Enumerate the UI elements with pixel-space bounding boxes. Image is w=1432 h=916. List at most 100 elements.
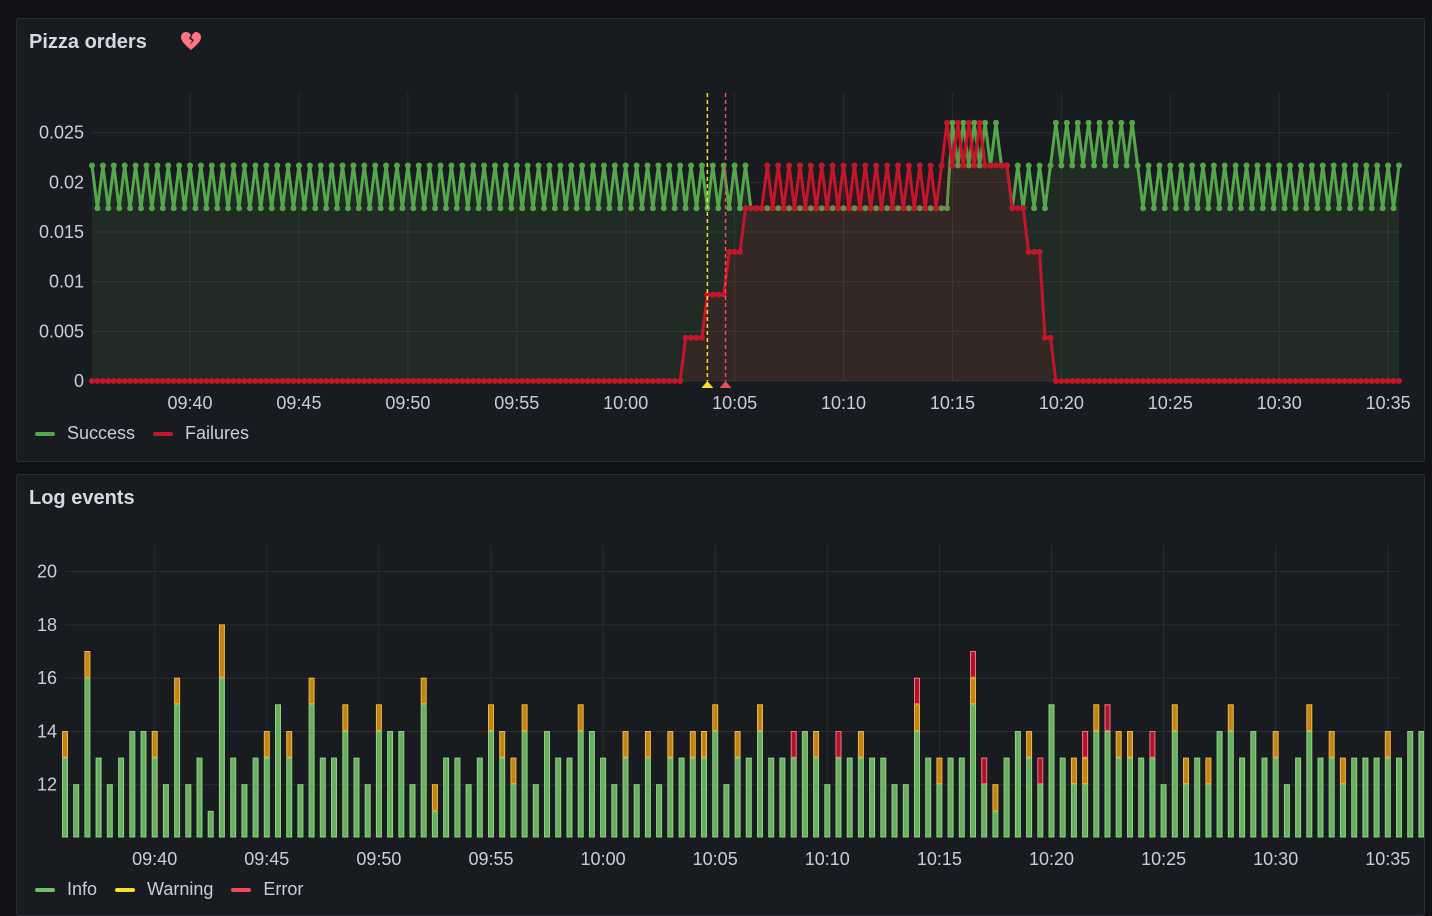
data-point — [535, 378, 542, 384]
data-point — [399, 205, 406, 212]
bar-info — [443, 757, 450, 838]
x-tick-label: 10:35 — [1365, 849, 1410, 869]
data-point — [1308, 378, 1315, 384]
data-point — [1374, 378, 1381, 384]
data-point — [1243, 378, 1250, 384]
data-point — [241, 378, 248, 384]
data-point — [105, 205, 112, 212]
bar-info — [207, 810, 214, 838]
data-point — [323, 205, 330, 212]
pizza-orders-chart[interactable]: 0 0.005 0.01 0.015 0.02 0.025 09:40 09:45 09:50 0… — [17, 19, 1425, 462]
x-tick-label: 10:10 — [805, 849, 850, 869]
legend-swatch — [35, 431, 55, 436]
data-point — [1096, 378, 1103, 384]
data-point — [1303, 205, 1310, 212]
data-point — [1031, 248, 1038, 255]
data-point — [1259, 205, 1266, 212]
bar-info — [319, 757, 326, 838]
data-point — [121, 378, 128, 384]
data-point — [132, 378, 139, 384]
bar-warning — [914, 704, 920, 731]
bar-info — [1272, 757, 1279, 838]
data-point — [415, 378, 422, 384]
data-point — [197, 162, 204, 169]
log-events-chart[interactable]: 12 14 16 18 20 09:40 09:45 09:50 09:55 10:00 10:05… — [17, 475, 1425, 916]
annotation-marker — [701, 381, 714, 388]
data-point — [535, 162, 542, 169]
data-point — [268, 205, 275, 212]
bar-info — [1149, 757, 1156, 838]
legend-item-warning[interactable]: Warning — [115, 879, 213, 900]
bar-info — [588, 731, 595, 838]
data-point — [475, 205, 482, 212]
data-point — [192, 205, 199, 212]
legend-item-success[interactable]: Success — [35, 423, 135, 444]
data-point — [900, 205, 907, 212]
bar-info — [532, 784, 539, 838]
legend-item-error[interactable]: Error — [231, 879, 303, 900]
data-point — [584, 378, 591, 384]
data-point — [1303, 378, 1310, 384]
y-tick-label: 18 — [37, 615, 57, 635]
data-point — [1036, 248, 1043, 255]
data-point — [671, 205, 678, 212]
data-point — [1091, 162, 1098, 169]
data-point — [982, 162, 989, 169]
legend-item-failures[interactable]: Failures — [153, 423, 249, 444]
bar-info — [880, 757, 887, 838]
data-point — [410, 378, 417, 384]
data-point — [862, 162, 869, 169]
data-point — [1352, 162, 1359, 169]
legend-item-info[interactable]: Info — [35, 879, 97, 900]
data-point — [208, 162, 215, 169]
data-point — [927, 162, 934, 169]
bar-warning — [813, 731, 820, 758]
data-point — [236, 205, 243, 212]
bar-warning — [263, 731, 270, 758]
bar-info — [1362, 757, 1369, 838]
data-point — [1357, 378, 1364, 384]
data-point — [541, 205, 548, 212]
data-point — [1216, 378, 1223, 384]
data-point — [726, 248, 733, 255]
data-point — [633, 162, 640, 169]
data-point — [110, 378, 117, 384]
data-point — [1270, 205, 1277, 212]
bar-info — [1328, 757, 1335, 838]
data-point — [154, 162, 161, 169]
data-point — [154, 378, 161, 384]
data-point — [1265, 162, 1272, 169]
data-point — [530, 205, 537, 212]
x-tick-label: 10:05 — [712, 393, 757, 413]
data-point — [464, 378, 471, 384]
data-point — [1216, 205, 1223, 212]
data-point — [170, 378, 177, 384]
bar-info — [118, 757, 125, 838]
bar-info — [1239, 757, 1246, 838]
data-point — [355, 205, 362, 212]
bar-warning — [286, 731, 293, 758]
data-point — [1243, 162, 1250, 169]
data-point — [1118, 378, 1125, 384]
bar-info — [1093, 731, 1100, 838]
data-point — [666, 378, 673, 384]
data-point — [1385, 378, 1392, 384]
data-point — [1112, 162, 1119, 169]
data-point — [312, 205, 319, 212]
data-point — [1205, 205, 1212, 212]
data-point — [110, 162, 117, 169]
bar-warning — [1183, 757, 1189, 785]
data-point — [1254, 378, 1261, 384]
y-tick-label: 20 — [37, 562, 57, 582]
bar-info — [555, 757, 562, 838]
data-point — [470, 162, 477, 169]
data-point — [1129, 119, 1136, 126]
bar-info — [1351, 757, 1358, 838]
data-point — [1047, 162, 1054, 169]
data-point — [677, 378, 684, 384]
data-point — [579, 378, 586, 384]
data-point — [562, 378, 569, 384]
bar-info — [387, 731, 394, 838]
data-point — [1112, 378, 1119, 384]
data-point — [1063, 119, 1070, 126]
